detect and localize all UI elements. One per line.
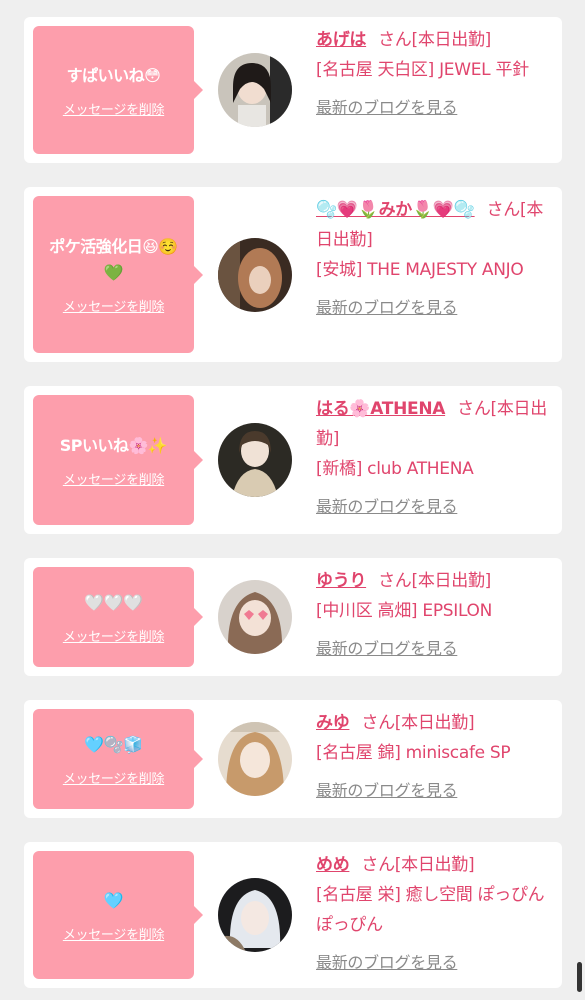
message-card: ポケ活強化日😆☺️💚 メッセージを削除 🫧💗🌷みか🌷💗🫧 さん[本日出勤] [安城… [24,187,562,362]
cast-name-link[interactable]: ゆうり [316,571,366,591]
cast-info: ゆうり さん[本日出勤] [中川区 高畑] EPSILON 最新のブログを見る [316,566,552,664]
latest-blog-link[interactable]: 最新のブログを見る [316,634,552,664]
avatar[interactable] [218,423,292,497]
message-card: 🤍🤍🤍 メッセージを削除 ゆうり さん[本日出勤] [中川区 高畑] EPSILO… [24,558,562,676]
message-text: 🤍🤍🤍 [84,592,143,612]
message-text: 🩵🫧🧊 [84,734,143,754]
message-bubble: すぱいいね😳 メッセージを削除 [33,26,203,154]
shop-text: [名古屋 錦] miniscafe SP [316,743,511,763]
message-bubble: ポケ活強化日😆☺️💚 メッセージを削除 [33,196,203,353]
latest-blog-link[interactable]: 最新のブログを見る [316,293,552,323]
cast-info: 🫧💗🌷みか🌷💗🫧 さん[本日出勤] [安城] THE MAJESTY ANJO 最… [316,195,552,323]
message-text: SPいいね🌸✨ [59,435,168,455]
message-bubble: 🤍🤍🤍 メッセージを削除 [33,567,203,667]
delete-message-link[interactable]: メッセージを削除 [63,469,165,488]
message-bubble: 🩵 メッセージを削除 [33,851,203,979]
avatar[interactable] [218,238,292,312]
delete-message-link[interactable]: メッセージを削除 [63,626,165,645]
delete-message-link[interactable]: メッセージを削除 [63,99,165,118]
status-text: さん[本日出勤] [361,855,475,875]
delete-message-link[interactable]: メッセージを削除 [63,296,165,315]
message-card: 🩵🫧🧊 メッセージを削除 みゆ さん[本日出勤] [名古屋 錦] miniscaf… [24,700,562,818]
scrollbar[interactable] [577,962,582,992]
latest-blog-link[interactable]: 最新のブログを見る [316,492,552,522]
status-text: さん[本日出勤] [378,571,491,591]
shop-text: [中川区 高畑] EPSILON [316,601,493,621]
cast-name-link[interactable]: 🫧💗🌷みか🌷💗🫧 [316,200,475,220]
cast-name-link[interactable]: めめ [316,855,350,875]
delete-message-link[interactable]: メッセージを削除 [63,924,165,943]
avatar[interactable] [218,580,292,654]
message-card: 🩵 メッセージを削除 めめ さん[本日出勤] [名古屋 栄] 癒し空間 ぽっぴんぽ… [24,842,562,988]
latest-blog-link[interactable]: 最新のブログを見る [316,93,552,123]
shop-text: [安城] THE MAJESTY ANJO [316,260,524,280]
cast-info: はる🌸ATHENA さん[本日出勤] [新橋] club ATHENA 最新のブロ… [316,394,552,522]
latest-blog-link[interactable]: 最新のブログを見る [316,776,552,806]
cast-info: みゆ さん[本日出勤] [名古屋 錦] miniscafe SP 最新のブログを見… [316,708,552,806]
status-text: さん[本日出勤] [361,713,475,733]
latest-blog-link[interactable]: 最新のブログを見る [316,948,552,978]
avatar[interactable] [218,878,292,952]
message-bubble: SPいいね🌸✨ メッセージを削除 [33,395,203,525]
cast-name-link[interactable]: はる🌸ATHENA [316,399,445,419]
message-text: すぱいいね😳 [66,65,161,85]
message-bubble: 🩵🫧🧊 メッセージを削除 [33,709,203,809]
cast-name-link[interactable]: みゆ [316,713,350,733]
avatar[interactable] [218,722,292,796]
status-text: さん[本日出勤] [378,30,491,50]
shop-text: [新橋] club ATHENA [316,459,474,479]
cast-name-link[interactable]: あげは [316,30,366,50]
message-text: ポケ活強化日😆☺️💚 [49,237,178,282]
message-text: 🩵 [103,890,124,910]
delete-message-link[interactable]: メッセージを削除 [63,768,165,787]
message-card: すぱいいね😳 メッセージを削除 あげは さん[本日出勤] [名古屋 天白区] JE… [24,17,562,163]
message-card: SPいいね🌸✨ メッセージを削除 はる🌸ATHENA さん[本日出勤] [新橋] … [24,386,562,534]
shop-text: [名古屋 栄] 癒し空間 ぽっぴんぽっぴん [316,885,545,935]
cast-info: あげは さん[本日出勤] [名古屋 天白区] JEWEL 平針 最新のブログを見る [316,25,552,123]
avatar[interactable] [218,53,292,127]
shop-text: [名古屋 天白区] JEWEL 平針 [316,60,529,80]
cast-info: めめ さん[本日出勤] [名古屋 栄] 癒し空間 ぽっぴんぽっぴん 最新のブログを… [316,850,552,978]
